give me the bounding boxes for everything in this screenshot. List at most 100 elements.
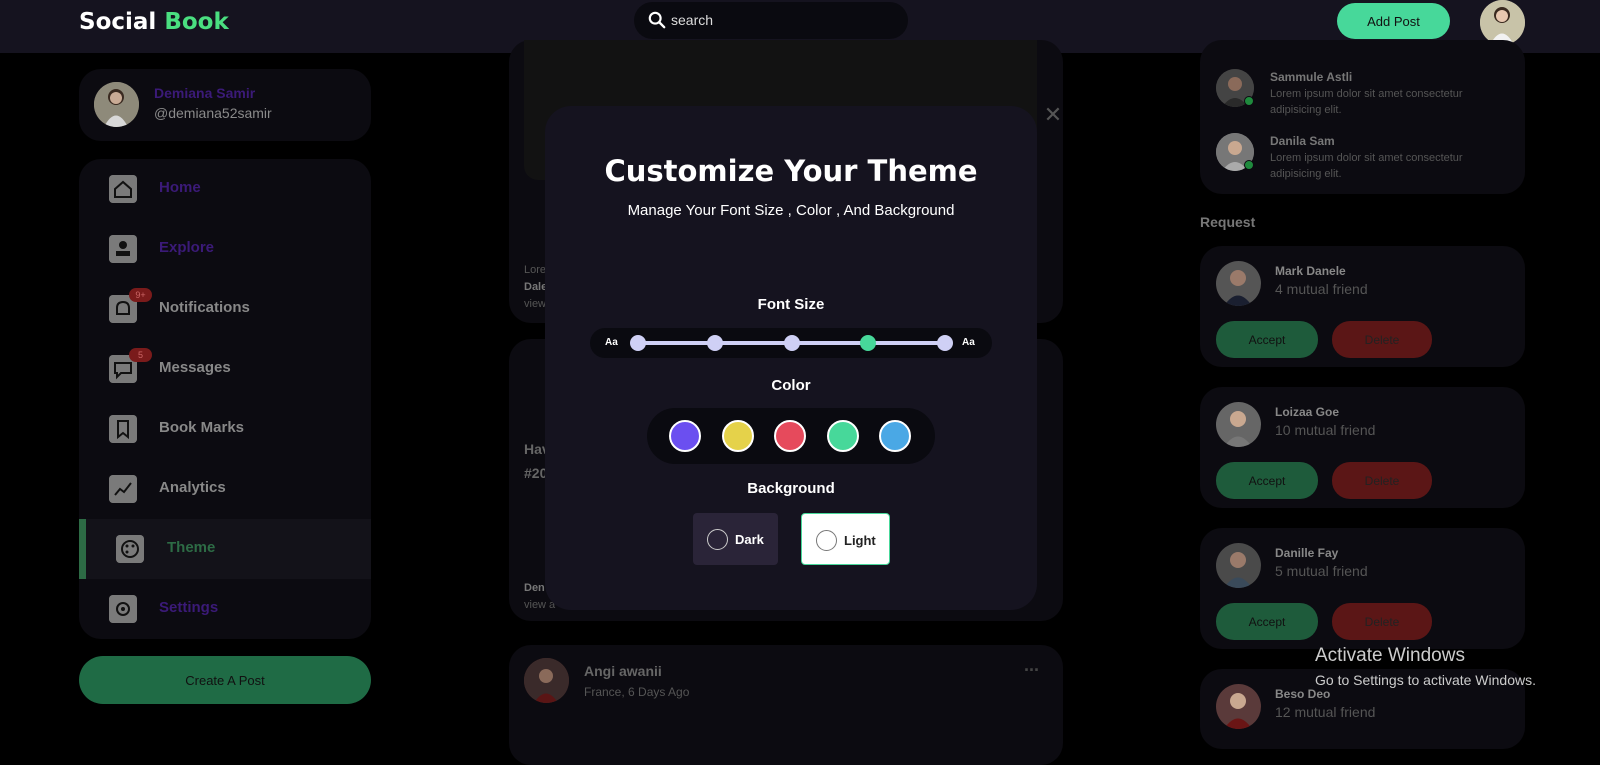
messages-card: Sammule Astli Lorem ipsum dolor sit amet…	[1200, 40, 1525, 194]
message-preview: Lorem ipsum dolor sit amet consectetur a…	[1270, 88, 1463, 116]
color-swatch-4[interactable]	[826, 420, 859, 452]
color-swatch-1[interactable]	[669, 420, 701, 452]
active-indicator	[79, 519, 86, 579]
avatar[interactable]	[1216, 543, 1261, 588]
create-post-button[interactable]: Create A Post	[79, 656, 371, 704]
font-size-step-4[interactable]	[860, 335, 877, 351]
message-sender: Danila Sam	[1270, 134, 1335, 148]
font-size-heading: Font Size	[757, 296, 825, 313]
message-preview: Lorem ipsum dolor sit amet consectetur a…	[1270, 152, 1463, 180]
font-size-step-3[interactable]	[783, 335, 800, 351]
more-options-icon[interactable]: ...	[1024, 655, 1039, 676]
sidebar-item-bookmarks[interactable]: Book Marks	[79, 399, 371, 459]
analytics-icon	[109, 475, 137, 503]
font-size-step-5[interactable]	[937, 335, 953, 351]
profile-card[interactable]: Demiana Samir @demiana52samir	[79, 69, 371, 141]
close-icon[interactable]: ✕	[1043, 104, 1063, 126]
accept-button[interactable]: Accept	[1216, 603, 1318, 640]
sidebar-item-messages[interactable]: 5 Messages	[79, 339, 371, 399]
post-text: Lore	[524, 264, 547, 276]
requests-heading: Request	[1200, 214, 1256, 230]
request-name: Danille Fay	[1275, 546, 1339, 560]
logo-main: Social	[79, 9, 157, 35]
background-option-label: Light	[844, 533, 876, 548]
message-sender: Sammule Astli	[1270, 70, 1353, 84]
search-bar[interactable]	[634, 2, 908, 39]
feed-post: Angi awanii France, 6 Days Ago ...	[509, 645, 1063, 765]
avatar	[524, 658, 569, 703]
background-option-dark[interactable]: Dark	[693, 513, 778, 565]
friend-request-card: Loizaa Goe 10 mutual friend Accept Delet…	[1200, 387, 1525, 508]
request-mutual: 10 mutual friend	[1275, 422, 1376, 438]
color-swatch-5[interactable]	[879, 420, 911, 452]
app-logo[interactable]: Social Book	[79, 9, 229, 35]
background-option-light[interactable]: Light	[801, 513, 890, 565]
profile-name: Demiana Samir	[154, 85, 256, 101]
avatar[interactable]	[1216, 684, 1261, 729]
accept-button[interactable]: Accept	[1216, 321, 1318, 358]
radio-circle[interactable]	[816, 530, 837, 551]
online-indicator	[1244, 96, 1254, 106]
search-input[interactable]	[671, 8, 891, 32]
sidebar-item-label: Theme	[167, 539, 216, 556]
profile-handle: @demiana52samir	[154, 105, 272, 121]
post-text: view	[524, 298, 547, 310]
message-badge: 5	[129, 348, 152, 362]
sidebar-item-label: Messages	[159, 359, 231, 376]
request-name: Beso Deo	[1275, 687, 1331, 701]
color-swatch-3[interactable]	[774, 420, 806, 452]
home-icon	[109, 175, 137, 203]
request-name: Loizaa Goe	[1275, 405, 1340, 419]
explore-icon	[109, 235, 137, 263]
palette-icon	[116, 535, 144, 563]
sidebar-item-home[interactable]: Home	[79, 159, 371, 219]
sidebar-item-label: Home	[159, 179, 201, 196]
font-size-step-1[interactable]	[630, 335, 646, 351]
add-post-button[interactable]: Add Post	[1337, 3, 1450, 39]
activate-windows-subtitle: Go to Settings to activate Windows.	[1315, 672, 1536, 688]
font-size-step-2[interactable]	[706, 335, 723, 351]
post-author: Angi awanii	[584, 663, 662, 679]
sidebar-item-label: Explore	[159, 239, 215, 256]
friend-request-card: Mark Danele 4 mutual friend Accept Delet…	[1200, 246, 1525, 367]
color-heading: Color	[771, 377, 811, 394]
delete-button[interactable]: Delete	[1332, 462, 1432, 499]
sidebar-item-label: Settings	[159, 599, 219, 616]
sidebar-menu: Home Explore 9+ Notifications 5 Messages…	[79, 159, 371, 639]
post-text: Den	[524, 582, 545, 594]
sidebar-item-label: Book Marks	[159, 419, 245, 436]
notification-badge: 9+	[129, 288, 152, 302]
avatar[interactable]	[1216, 402, 1261, 447]
aa-small-label: Aa	[605, 337, 618, 348]
accept-button[interactable]: Accept	[1216, 462, 1318, 499]
post-text: Dale	[524, 281, 548, 293]
sidebar-item-settings[interactable]: Settings	[79, 579, 371, 639]
sidebar-item-notifications[interactable]: 9+ Notifications	[79, 279, 371, 339]
sidebar-item-analytics[interactable]: Analytics	[79, 459, 371, 519]
color-swatch-2[interactable]	[721, 420, 754, 452]
sidebar-item-label: Notifications	[159, 299, 250, 316]
bookmark-icon	[109, 415, 137, 443]
background-heading: Background	[747, 480, 835, 497]
customize-theme-modal: Customize Your Theme Manage Your Font Si…	[545, 106, 1037, 610]
online-indicator	[1244, 160, 1254, 170]
font-size-slider[interactable]: Aa Aa	[590, 328, 992, 358]
request-mutual: 5 mutual friend	[1275, 563, 1368, 579]
avatar[interactable]	[1216, 261, 1261, 306]
avatar[interactable]	[1480, 0, 1525, 45]
modal-subtitle: Manage Your Font Size , Color , And Back…	[627, 202, 955, 219]
logo-accent: Book	[164, 9, 229, 35]
modal-title: Customize Your Theme	[604, 154, 978, 188]
avatar	[94, 82, 139, 127]
delete-button[interactable]: Delete	[1332, 321, 1432, 358]
gear-icon	[109, 595, 137, 623]
user-avatar-image	[1480, 0, 1525, 45]
activate-windows-title: Activate Windows	[1315, 645, 1465, 666]
sidebar-item-theme[interactable]: Theme	[79, 519, 371, 579]
post-meta: France, 6 Days Ago	[584, 685, 690, 699]
request-mutual: 12 mutual friend	[1275, 704, 1376, 720]
post-text: #20	[524, 465, 548, 481]
delete-button[interactable]: Delete	[1332, 603, 1432, 640]
radio-circle[interactable]	[707, 529, 728, 550]
sidebar-item-explore[interactable]: Explore	[79, 219, 371, 279]
